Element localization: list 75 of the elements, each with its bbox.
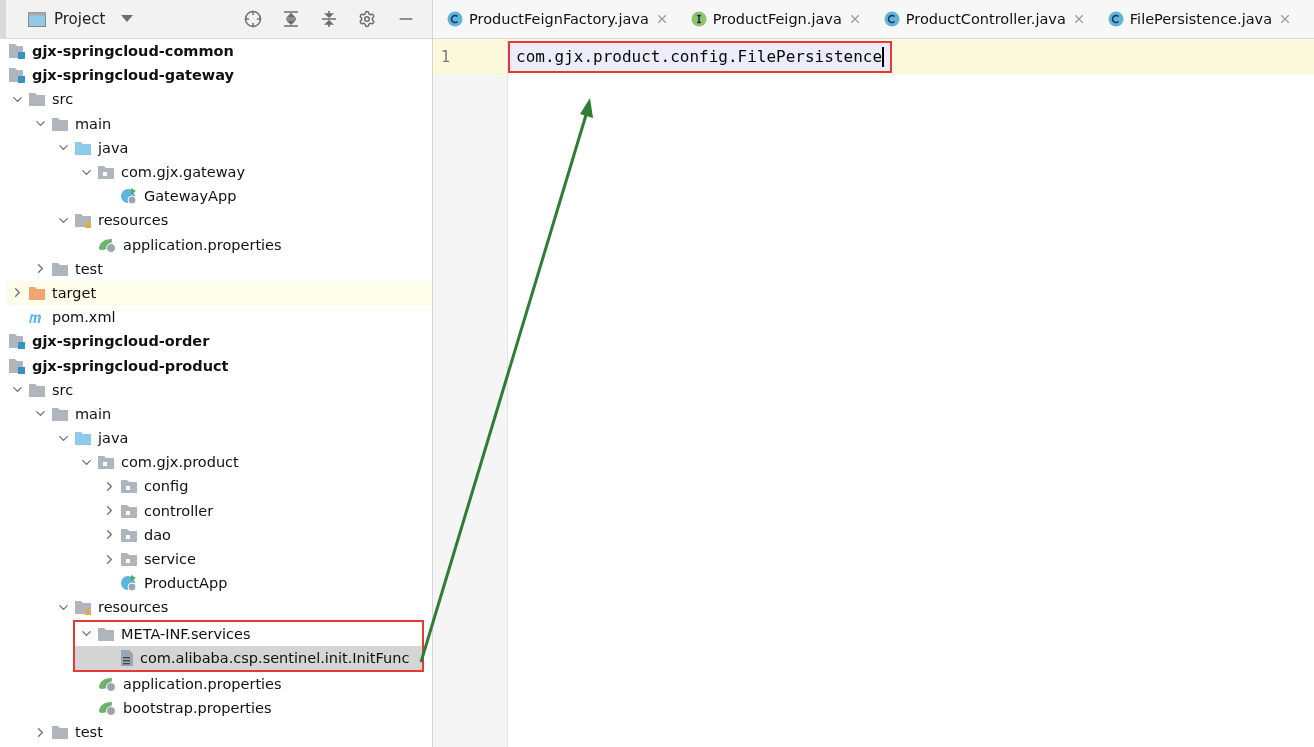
tree-item[interactable]: dao <box>144 526 171 543</box>
tree-item[interactable]: src <box>52 91 74 108</box>
tree-item[interactable]: com.alibaba.csp.sentinel.init.InitFunc <box>140 649 410 666</box>
interface-icon <box>690 11 707 27</box>
tree-item[interactable]: test <box>75 260 103 277</box>
leaf-icon <box>97 675 117 692</box>
folder-icon <box>51 115 69 132</box>
folder-icon <box>28 381 46 398</box>
module-folder-icon <box>8 357 26 374</box>
tree-item[interactable]: ProductApp <box>144 575 228 592</box>
folder-icon <box>74 212 92 229</box>
tree-item[interactable]: GatewayApp <box>144 188 237 205</box>
editor-tab[interactable]: FilePersistence.java <box>1093 0 1301 38</box>
tree-item[interactable]: gjx-springcloud-gateway <box>32 67 234 84</box>
settings-icon[interactable] <box>358 10 376 28</box>
editor-tab[interactable]: ProductFeignFactory.java <box>433 0 677 38</box>
tree-item[interactable]: META-INF.services <box>121 625 251 642</box>
leaf-icon <box>97 236 117 253</box>
tree-item[interactable]: test <box>75 724 103 741</box>
dropdown-caret-icon[interactable] <box>121 15 134 23</box>
folder-icon <box>97 164 115 181</box>
folder-icon <box>120 526 138 543</box>
tree-item[interactable]: controller <box>144 502 214 519</box>
text-caret <box>882 47 885 68</box>
class-icon <box>120 187 138 206</box>
editor-tab[interactable]: ProductController.java <box>869 0 1094 38</box>
tree-item[interactable]: application.properties <box>123 236 282 253</box>
tree-item[interactable]: src <box>52 381 74 398</box>
expand-all-icon[interactable] <box>282 10 300 28</box>
leaf-icon <box>97 700 117 717</box>
panel-title: Project <box>54 10 106 28</box>
panel-icon <box>28 11 46 27</box>
class-icon <box>883 11 900 27</box>
module-folder-icon <box>8 43 26 60</box>
folder-icon <box>97 625 115 642</box>
folder-icon <box>51 405 69 422</box>
tree-item[interactable]: com.gjx.product <box>121 454 239 471</box>
text-file-icon <box>120 648 134 667</box>
folder-icon <box>120 551 138 568</box>
module-folder-icon <box>8 67 26 84</box>
class-icon <box>120 574 138 593</box>
folder-icon <box>97 454 115 471</box>
tree-item[interactable]: resources <box>98 212 169 229</box>
crosshair-icon[interactable] <box>244 10 262 28</box>
tree-item[interactable]: gjx-springcloud-common <box>32 43 234 60</box>
line-number: 1 <box>433 39 507 75</box>
folder-icon <box>120 478 138 495</box>
tree-item[interactable]: com.gjx.gateway <box>121 164 246 181</box>
selected-row[interactable]: com.alibaba.csp.sentinel.init.InitFunc <box>75 645 422 670</box>
folder-icon <box>74 599 92 616</box>
tree-item[interactable]: main <box>75 115 112 132</box>
folder-icon <box>74 139 92 156</box>
folder-icon <box>51 724 69 741</box>
folder-icon <box>51 260 69 277</box>
module-folder-icon <box>8 333 26 350</box>
class-icon <box>1107 11 1124 27</box>
folder-icon <box>28 284 46 301</box>
tree-item[interactable]: target <box>52 284 97 301</box>
editor-tab[interactable]: ProductFeign.java <box>676 0 870 38</box>
tree-item[interactable]: java <box>98 139 129 156</box>
tree-item[interactable]: gjx-springcloud-order <box>32 333 210 350</box>
class-icon <box>447 11 463 27</box>
folder-icon <box>74 430 92 447</box>
tree-item[interactable]: gjx-springcloud-product <box>32 357 229 374</box>
folder-icon <box>120 502 138 519</box>
collapse-all-icon[interactable] <box>320 10 338 28</box>
tree-item[interactable]: main <box>75 405 112 422</box>
tree-item[interactable]: service <box>144 551 196 568</box>
tree-item[interactable]: bootstrap.properties <box>123 700 272 717</box>
tree-item[interactable]: java <box>98 430 129 447</box>
tree-item[interactable]: config <box>144 478 189 495</box>
tree-item[interactable]: pom.xml <box>52 309 116 326</box>
folder-icon <box>28 91 46 108</box>
tree-item[interactable]: application.properties <box>123 675 282 692</box>
tree-item[interactable]: resources <box>98 599 169 616</box>
